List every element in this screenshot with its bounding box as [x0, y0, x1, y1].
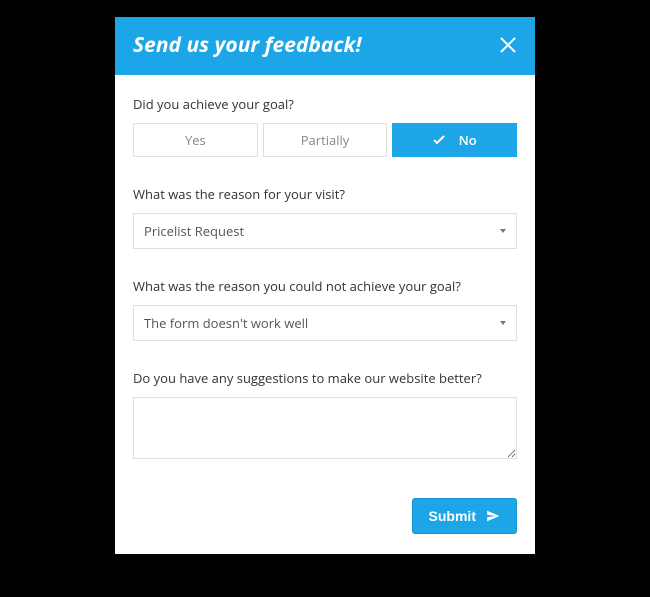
question-reason-failure: What was the reason you could not achiev…	[133, 277, 517, 341]
option-no-label: No	[459, 131, 477, 149]
question-reason-visit: What was the reason for your visit? Pric…	[133, 185, 517, 249]
question-label: What was the reason you could not achiev…	[133, 277, 517, 295]
segmented-control: Yes Partially No	[133, 123, 517, 157]
check-icon	[433, 135, 445, 145]
chevron-down-icon	[500, 321, 506, 325]
feedback-modal: Send us your feedback! Did you achieve y…	[115, 17, 535, 554]
question-label: What was the reason for your visit?	[133, 185, 517, 203]
modal-body: Did you achieve your goal? Yes Partially…	[115, 75, 535, 498]
question-label: Did you achieve your goal?	[133, 95, 517, 113]
reason-visit-select[interactable]: Pricelist Request	[133, 213, 517, 249]
modal-footer: Submit	[115, 498, 535, 554]
select-value: The form doesn't work well	[144, 314, 308, 332]
option-partially[interactable]: Partially	[263, 123, 388, 157]
option-no[interactable]: No	[392, 123, 517, 157]
close-icon[interactable]	[499, 36, 517, 54]
modal-title: Send us your feedback!	[133, 31, 361, 59]
submit-button[interactable]: Submit	[412, 498, 517, 534]
question-suggestions: Do you have any suggestions to make our …	[133, 369, 517, 464]
question-label: Do you have any suggestions to make our …	[133, 369, 517, 387]
submit-label: Submit	[429, 508, 476, 524]
reason-failure-select[interactable]: The form doesn't work well	[133, 305, 517, 341]
suggestions-textarea[interactable]	[133, 397, 517, 459]
send-icon	[486, 509, 500, 523]
select-value: Pricelist Request	[144, 222, 244, 240]
option-yes[interactable]: Yes	[133, 123, 258, 157]
question-achieve-goal: Did you achieve your goal? Yes Partially…	[133, 95, 517, 157]
chevron-down-icon	[500, 229, 506, 233]
modal-header: Send us your feedback!	[115, 17, 535, 75]
